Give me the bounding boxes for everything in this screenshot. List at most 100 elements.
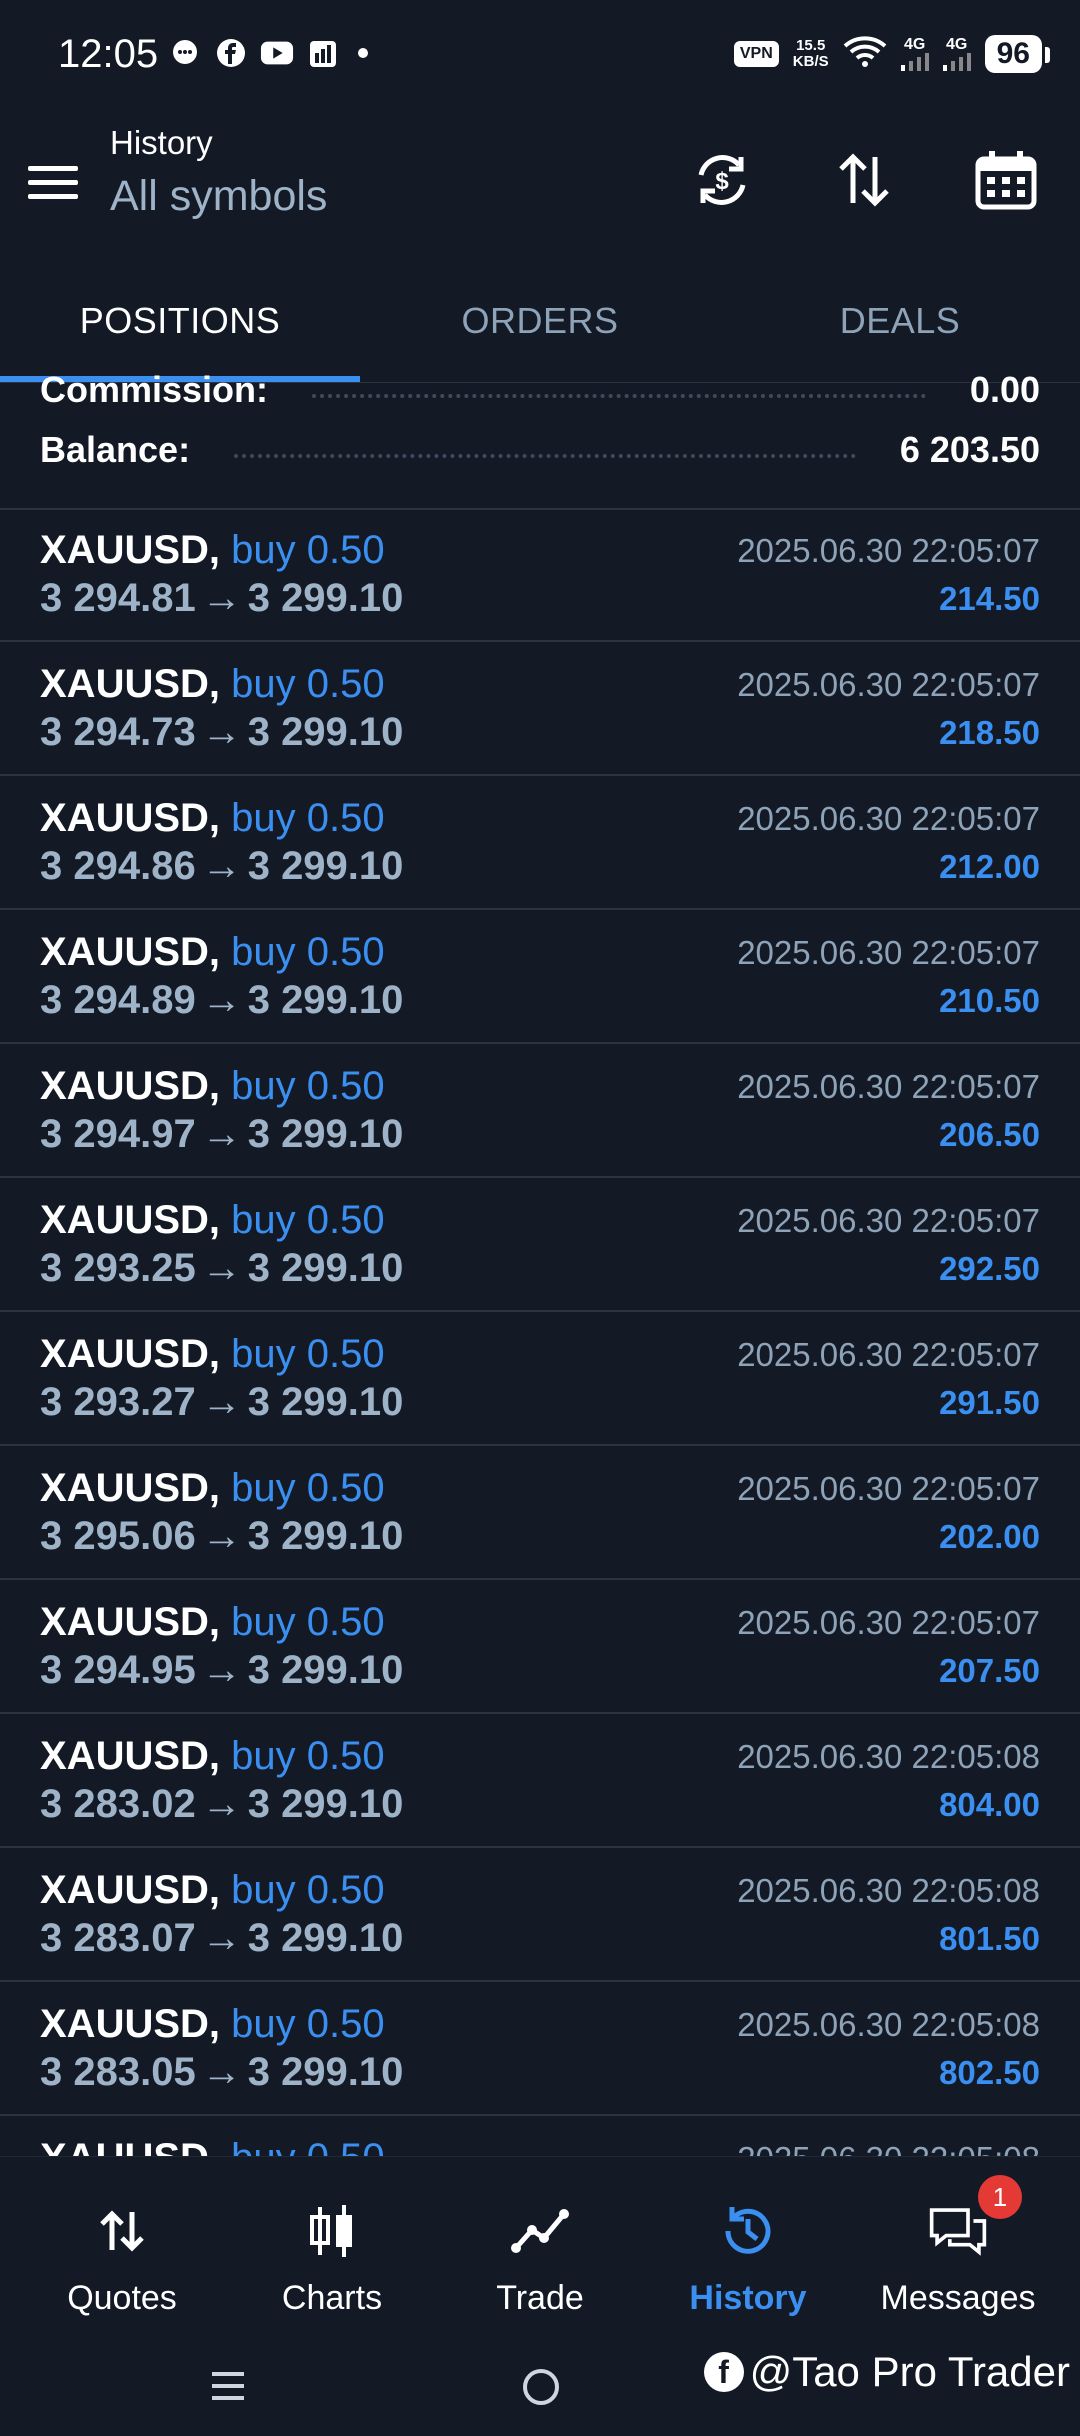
position-symbol: XAUUSD, buy 0.50 bbox=[40, 1332, 385, 1376]
position-row[interactable]: XAUUSD, buy 0.50 3 293.27 → 3 299.10 2025.… bbox=[0, 1312, 1080, 1446]
history-icon bbox=[718, 2201, 778, 2261]
status-bar: 12:05 VPN 15.5 KB/S 4G 4G 96 bbox=[0, 0, 1080, 110]
messages-icon: 1 bbox=[928, 2175, 1022, 2261]
close-price: 3 299.10 bbox=[247, 844, 404, 888]
positions-list: XAUUSD, buy 0.50 3 294.81 → 3 299.10 2025.… bbox=[0, 508, 1080, 2156]
trade-icon bbox=[510, 2201, 570, 2261]
arrow-icon: → bbox=[201, 978, 242, 1022]
nav-charts[interactable]: Charts bbox=[224, 2157, 440, 2337]
position-side: buy 0.50 bbox=[231, 1198, 385, 1242]
position-row[interactable]: XAUUSD, buy 0.50 3 294.97 → 3 299.10 2025.… bbox=[0, 1044, 1080, 1178]
arrow-icon: → bbox=[201, 2050, 242, 2094]
position-profit: 802.50 bbox=[939, 2054, 1040, 2091]
wifi-icon bbox=[843, 34, 887, 73]
position-row[interactable]: XAUUSD, buy 0.50 3 294.95 → 3 299.10 2025.… bbox=[0, 1580, 1080, 1714]
quotes-icon bbox=[92, 2201, 152, 2261]
position-prices: 3 294.89 → 3 299.10 bbox=[40, 978, 403, 1023]
recent-apps-icon[interactable] bbox=[208, 2366, 248, 2411]
arrow-icon: → bbox=[201, 1380, 242, 1424]
balance-value: 6 203.50 bbox=[899, 429, 1040, 470]
nav-quotes[interactable]: Quotes bbox=[14, 2157, 230, 2337]
position-side: buy 0.50 bbox=[231, 1734, 385, 1778]
position-profit: 207.50 bbox=[939, 1652, 1040, 1689]
position-prices: 3 293.25 → 3 299.10 bbox=[40, 1246, 403, 1291]
position-side: buy 0.50 bbox=[231, 1064, 385, 1108]
position-prices: 3 283.07 → 3 299.10 bbox=[40, 1916, 403, 1961]
position-row[interactable]: XAUUSD, buy 0.50 3 283.07 → 3 299.10 2025.… bbox=[0, 1848, 1080, 1982]
commission-label: Commission: bbox=[40, 372, 269, 410]
summary-panel: Commission: 0.00 Balance: 6 203.50 bbox=[0, 372, 1080, 510]
position-symbol: XAUUSD, buy 0.50 bbox=[40, 1734, 385, 1778]
position-row[interactable]: XAUUSD, buy 0.50 3 295.06 → 3 299.10 2025.… bbox=[0, 1446, 1080, 1580]
nav-quotes-label: Quotes bbox=[67, 2279, 177, 2317]
position-symbol: XAUUSD, buy 0.50 bbox=[40, 2002, 385, 2046]
position-side: buy 0.50 bbox=[231, 528, 385, 572]
close-price: 3 299.10 bbox=[247, 1916, 404, 1960]
position-time: 2025.06.30 22:05:07 bbox=[737, 1068, 1040, 1105]
signal-icon-2: 4G bbox=[942, 36, 971, 71]
position-row[interactable]: XAUUSD, buy 0.50 3 294.86 → 3 299.10 2025.… bbox=[0, 776, 1080, 910]
position-symbol: XAUUSD, buy 0.50 bbox=[40, 1064, 385, 1108]
position-symbol: XAUUSD, buy 0.50 bbox=[40, 1198, 385, 1242]
open-price: 3 293.27 bbox=[40, 1380, 196, 1424]
position-row[interactable]: XAUUSD, buy 0.50 2025.06.30 22:05:08 bbox=[0, 2116, 1080, 2156]
position-row[interactable]: XAUUSD, buy 0.50 3 294.81 → 3 299.10 2025.… bbox=[0, 508, 1080, 642]
calendar-icon[interactable] bbox=[966, 140, 1046, 220]
position-row[interactable]: XAUUSD, buy 0.50 3 283.05 → 3 299.10 2025.… bbox=[0, 1982, 1080, 2116]
position-symbol: XAUUSD, buy 0.50 bbox=[40, 930, 385, 974]
position-side: buy 0.50 bbox=[231, 1600, 385, 1644]
position-row[interactable]: XAUUSD, buy 0.50 3 293.25 → 3 299.10 2025.… bbox=[0, 1178, 1080, 1312]
open-price: 3 293.25 bbox=[40, 1246, 196, 1290]
position-symbol: XAUUSD, buy 0.50 bbox=[40, 1466, 385, 1510]
position-time: 2025.06.30 22:05:07 bbox=[737, 1470, 1040, 1507]
position-time: 2025.06.30 22:05:08 bbox=[737, 1738, 1040, 1775]
position-row[interactable]: XAUUSD, buy 0.50 3 283.02 → 3 299.10 2025.… bbox=[0, 1714, 1080, 1848]
position-prices: 3 294.81 → 3 299.10 bbox=[40, 576, 403, 621]
arrow-icon: → bbox=[201, 1648, 242, 1692]
watermark-text: @Tao Pro Trader bbox=[749, 2348, 1070, 2395]
battery-icon: 96 bbox=[984, 34, 1051, 73]
position-profit: 210.50 bbox=[939, 982, 1040, 1019]
nav-trade[interactable]: Trade bbox=[432, 2157, 648, 2337]
open-price: 3 294.89 bbox=[40, 978, 196, 1022]
symbol-filter[interactable]: All symbols bbox=[110, 172, 327, 221]
open-price: 3 283.02 bbox=[40, 1782, 196, 1826]
position-symbol: XAUUSD, buy 0.50 bbox=[40, 528, 385, 572]
app-bar: History All symbols $ bbox=[0, 110, 1080, 260]
position-side: buy 0.50 bbox=[231, 1466, 385, 1510]
close-price: 3 299.10 bbox=[247, 1648, 404, 1692]
position-time: 2025.06.30 22:05:07 bbox=[737, 532, 1040, 569]
position-row[interactable]: XAUUSD, buy 0.50 3 294.89 → 3 299.10 2025.… bbox=[0, 910, 1080, 1044]
close-price: 3 299.10 bbox=[247, 1514, 404, 1558]
close-price: 3 299.10 bbox=[247, 1380, 404, 1424]
position-prices: 3 294.97 → 3 299.10 bbox=[40, 1112, 403, 1157]
tab-orders[interactable]: ORDERS bbox=[360, 260, 720, 382]
watermark: f @Tao Pro Trader bbox=[703, 2348, 1070, 2396]
position-time: 2025.06.30 22:05:08 bbox=[737, 2006, 1040, 2043]
tab-positions[interactable]: POSITIONS bbox=[0, 260, 360, 382]
facebook-icon bbox=[214, 36, 248, 70]
open-price: 3 294.86 bbox=[40, 844, 196, 888]
nav-messages[interactable]: 1 Messages bbox=[850, 2157, 1066, 2337]
sort-icon[interactable] bbox=[824, 140, 904, 220]
page-title: History bbox=[110, 124, 213, 161]
signal-icon-1: 4G bbox=[900, 36, 929, 71]
position-side: buy 0.50 bbox=[231, 2002, 385, 2046]
home-icon[interactable] bbox=[520, 2366, 562, 2413]
notification-icons bbox=[168, 36, 368, 70]
position-profit: 218.50 bbox=[939, 714, 1040, 751]
arrow-icon: → bbox=[201, 844, 242, 888]
svg-text:$: $ bbox=[715, 168, 729, 195]
position-profit: 804.00 bbox=[939, 1786, 1040, 1823]
close-price: 3 299.10 bbox=[247, 1246, 404, 1290]
tab-deals[interactable]: DEALS bbox=[720, 260, 1080, 382]
position-time: 2025.06.30 22:05:08 bbox=[737, 2140, 1040, 2156]
position-row[interactable]: XAUUSD, buy 0.50 3 294.73 → 3 299.10 2025.… bbox=[0, 642, 1080, 776]
nav-history[interactable]: History bbox=[640, 2157, 856, 2337]
menu-icon[interactable] bbox=[28, 154, 84, 210]
position-time: 2025.06.30 22:05:07 bbox=[737, 1336, 1040, 1373]
nav-messages-label: Messages bbox=[880, 2279, 1036, 2317]
position-prices: 3 294.73 → 3 299.10 bbox=[40, 710, 403, 755]
position-time: 2025.06.30 22:05:07 bbox=[737, 1202, 1040, 1239]
currency-exchange-icon[interactable]: $ bbox=[682, 140, 762, 220]
